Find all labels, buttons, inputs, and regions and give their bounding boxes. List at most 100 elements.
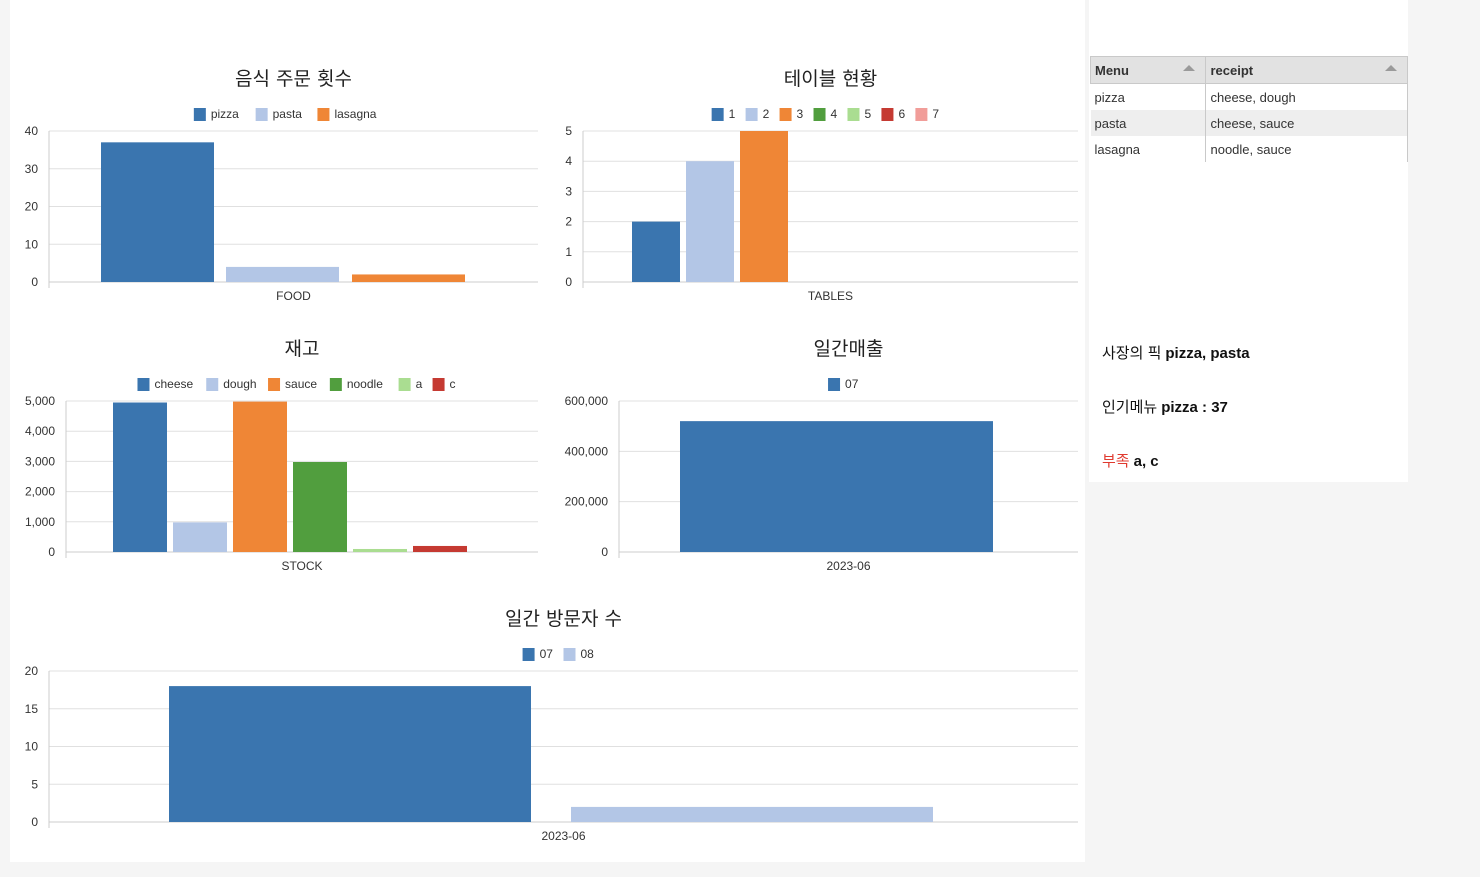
- legend-swatch: [317, 108, 330, 121]
- y-tick-label: 10: [25, 237, 39, 251]
- legend-item[interactable]: a: [398, 377, 423, 391]
- menu-table: Menu receipt pizza cheese, dough pasta c…: [1089, 56, 1408, 162]
- shortage-label: 부족: [1102, 453, 1130, 470]
- y-tick-label: 30: [25, 162, 39, 176]
- legend-item[interactable]: 7: [915, 107, 939, 121]
- chart-title: 음식 주문 횟수: [235, 68, 352, 90]
- legend-item[interactable]: 1: [711, 107, 736, 121]
- menu-cell: lasagna: [1090, 136, 1207, 162]
- bar-sauce[interactable]: [233, 401, 287, 552]
- legend-swatch: [847, 108, 860, 121]
- legend-swatch: [745, 108, 758, 121]
- menu-column-header[interactable]: Menu: [1089, 56, 1207, 84]
- bar-08[interactable]: [571, 806, 933, 822]
- legend-label: 5: [864, 107, 871, 121]
- legend-item[interactable]: pizza: [193, 107, 239, 121]
- menu-header-label: Menu: [1095, 62, 1129, 78]
- legend-item[interactable]: 07: [828, 377, 859, 391]
- daily-visitors-chart: 일간 방문자 수 07 08 0 5 10 15 20 2023-06: [25, 608, 1078, 843]
- y-tick-label: 0: [31, 815, 38, 829]
- receipt-header-label: receipt: [1210, 62, 1254, 78]
- sort-asc-icon[interactable]: [1385, 65, 1397, 71]
- y-tick-label: 400,000: [565, 444, 609, 458]
- y-tick-label: 40: [25, 124, 39, 138]
- legend-swatch: [779, 108, 792, 121]
- legend-item[interactable]: lasagna: [317, 107, 377, 121]
- bar-3[interactable]: [740, 131, 788, 282]
- legend-item[interactable]: 4: [813, 107, 838, 121]
- owner-pick-label: 사장의 픽: [1102, 345, 1162, 362]
- legend-label: a: [416, 377, 423, 391]
- legend-item[interactable]: sauce: [268, 377, 317, 391]
- legend-label: 3: [797, 107, 804, 121]
- legend-item[interactable]: 6: [881, 107, 905, 121]
- legend-swatch: [828, 378, 841, 391]
- stock-chart: 재고cheese dough sauce noodle a c01,0002,0003,0…: [25, 338, 538, 573]
- y-tick-label: 2: [565, 215, 572, 229]
- shortage-line: 부족 a, c: [1102, 450, 1159, 471]
- legend-swatch: [915, 108, 928, 121]
- legend-item[interactable]: 3: [779, 107, 804, 121]
- y-tick-label: 4,000: [25, 424, 55, 438]
- legend-item[interactable]: dough: [206, 377, 257, 391]
- menu-cell: pasta: [1090, 110, 1207, 136]
- y-tick-label: 5: [31, 777, 38, 791]
- receipt-column-header[interactable]: receipt: [1205, 56, 1408, 84]
- bar-07[interactable]: [680, 421, 993, 552]
- y-tick-label: 200,000: [565, 495, 609, 509]
- legend-label: 6: [898, 107, 905, 121]
- legend-item[interactable]: 08: [563, 647, 595, 661]
- legend-label: dough: [223, 377, 256, 391]
- legend-swatch: [268, 378, 281, 391]
- legend-swatch: [206, 378, 219, 391]
- popular-menu-line: 인기메뉴 pizza : 37: [1102, 396, 1228, 417]
- y-tick-label: 3: [565, 184, 572, 198]
- sort-asc-icon[interactable]: [1183, 65, 1196, 71]
- legend-swatch: [193, 108, 206, 121]
- legend-swatch: [813, 108, 826, 121]
- legend-label: 07: [845, 377, 859, 391]
- popular-menu-value: pizza : 37: [1161, 399, 1228, 416]
- popular-menu-label: 인기메뉴: [1102, 399, 1158, 416]
- legend-label: lasagna: [334, 107, 376, 121]
- owner-pick-value: pizza, pasta: [1165, 345, 1250, 362]
- legend-label: cheese: [154, 377, 193, 391]
- legend-item[interactable]: noodle: [329, 377, 383, 391]
- daily-sales-chart: 일간매출070200,000400,000600,0002023-06: [565, 338, 1078, 573]
- table-row[interactable]: lasagna noodle, sauce: [1090, 136, 1408, 162]
- owner-pick-line: 사장의 픽 pizza, pasta: [1102, 342, 1250, 363]
- legend-item[interactable]: 2: [745, 107, 770, 121]
- legend-swatch: [432, 378, 445, 391]
- legend-label: noodle: [347, 377, 383, 391]
- bar-pizza[interactable]: [101, 142, 214, 282]
- x-category-label: 2023-06: [541, 829, 585, 843]
- legend-item[interactable]: pasta: [255, 107, 303, 121]
- table-row[interactable]: pizza cheese, dough: [1090, 83, 1408, 110]
- legend-item[interactable]: c: [432, 377, 456, 391]
- charts-panel: 음식 주문 횟수 pizza pasta lasagna 0 10 20 30 40 FOOD 테…: [10, 0, 1085, 862]
- chart-title: 일간매출: [814, 338, 884, 360]
- legend-swatch: [522, 648, 535, 661]
- receipt-cell: cheese, dough: [1205, 83, 1408, 110]
- shortage-value: a, c: [1133, 453, 1159, 470]
- y-tick-label: 5,000: [25, 394, 55, 408]
- legend-item[interactable]: 07: [522, 647, 554, 661]
- bar-noodle[interactable]: [293, 462, 347, 552]
- y-tick-label: 2,000: [25, 485, 55, 499]
- y-tick-label: 1: [565, 245, 572, 259]
- legend-label: sauce: [285, 377, 317, 391]
- menu-cell: pizza: [1090, 83, 1207, 110]
- legend-swatch: [881, 108, 894, 121]
- table-row[interactable]: pasta cheese, sauce: [1090, 110, 1408, 136]
- legend-swatch: [711, 108, 724, 121]
- legend-label: pizza: [211, 107, 239, 121]
- bar-07[interactable]: [169, 686, 531, 822]
- legend-label: 08: [581, 647, 595, 661]
- y-tick-label: 1,000: [25, 515, 55, 529]
- bar-cheese[interactable]: [113, 402, 167, 552]
- y-tick-label: 10: [25, 740, 39, 754]
- bar-2[interactable]: [686, 161, 734, 282]
- legend-item[interactable]: 5: [847, 107, 871, 121]
- legend-item[interactable]: cheese: [137, 377, 194, 391]
- receipt-cell: cheese, sauce: [1205, 110, 1408, 136]
